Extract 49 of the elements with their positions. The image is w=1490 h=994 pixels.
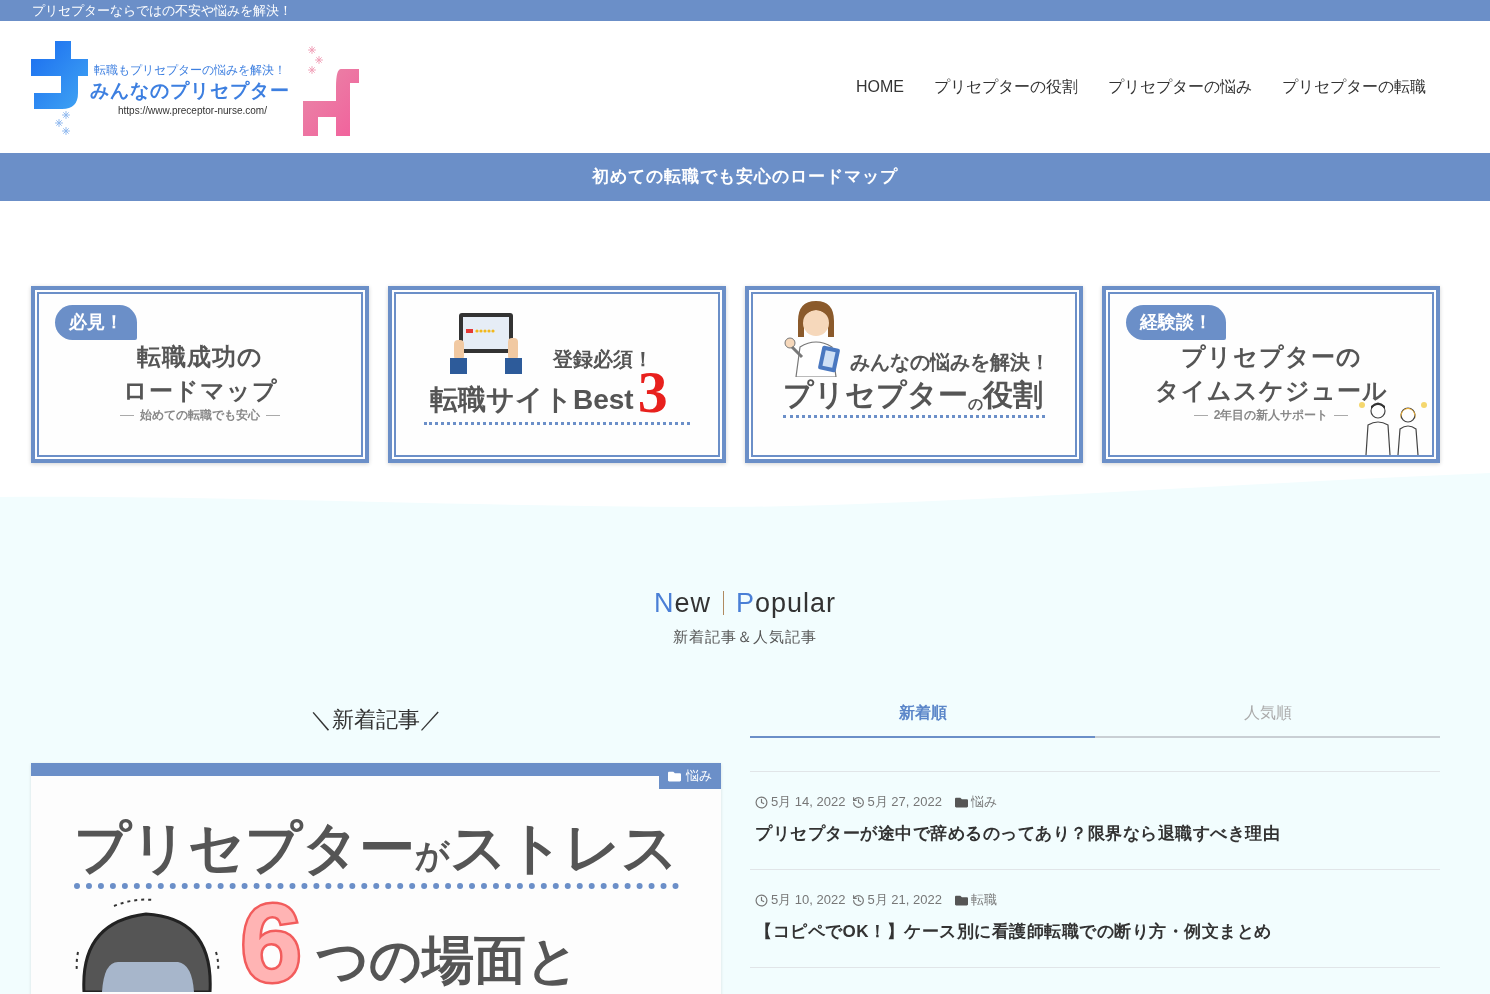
published-date: 5月 14, 2022 <box>771 794 846 810</box>
nav-link[interactable]: プリセプターの悩み <box>1108 76 1252 98</box>
logo-url: https://www.preceptor-nurse.com/ <box>118 104 267 117</box>
logo-tagline: 転職もプリセプターの悩みを解決！ <box>94 62 286 77</box>
speech-bubble: 必見！ <box>55 305 137 340</box>
logo-name: みんなのプリセプター <box>90 78 290 103</box>
card-heading: ロードマップ <box>122 376 278 406</box>
section-title: New <box>653 587 711 619</box>
banner-card[interactable]: 経験談！ プリセプターの タイムスケジュール 2年目の新人サポート <box>1102 286 1440 463</box>
card-heading: 転職サイトBest <box>430 383 634 417</box>
image-number: 6 <box>240 894 302 992</box>
banner-card[interactable]: みんなの悩みを解決！ プリセプター$_{の}$役割 <box>745 286 1083 463</box>
card-heading: 転職成功の <box>137 342 263 372</box>
nav-link[interactable]: プリセプターの転職 <box>1282 76 1426 98</box>
category-link[interactable]: 悩み <box>970 794 997 810</box>
folder-icon <box>954 795 968 809</box>
clock-icon <box>755 795 768 809</box>
logo-mark-icon <box>31 40 88 109</box>
two-people-icon <box>1358 399 1428 455</box>
updated-date: 5月 27, 2022 <box>867 794 942 810</box>
section-subtitle: 新着記事＆人気記事 <box>673 627 817 647</box>
card-kicker: みんなの悩みを解決！ <box>850 350 1050 375</box>
speech-bubble: 経験談！ <box>1126 305 1226 340</box>
category-link[interactable]: 転職 <box>970 892 997 908</box>
folder-icon <box>954 893 968 907</box>
banner-card[interactable]: 必見！ 転職成功の ロードマップ 始めての転職でも安心 <box>31 286 369 463</box>
folder-icon <box>668 769 681 783</box>
clock-arrow-icon <box>852 795 866 809</box>
image-subtitle: つの場面と <box>315 932 579 988</box>
card-heading: プリセプターの <box>1180 342 1362 372</box>
post-title[interactable]: プリセプターが途中で辞めるのってあり？限界なら退職すべき理由 <box>755 822 1440 846</box>
nav-link[interactable]: HOME <box>856 76 904 98</box>
sort-tab[interactable]: 新着順 <box>750 690 1095 738</box>
logo-mark-icon <box>303 68 359 136</box>
card-heading: タイムスケジュール <box>1154 376 1388 406</box>
nav-link[interactable]: プリセプターの役割 <box>934 76 1078 98</box>
banner-card[interactable]: 登録必須！ 転職サイトBest 3 <box>388 286 726 463</box>
column-heading: ＼新着記事／ <box>310 706 442 734</box>
published-date: 5月 10, 2022 <box>771 892 846 908</box>
section-title: Popular <box>735 587 837 619</box>
updated-date: 5月 21, 2022 <box>867 892 942 908</box>
tablet-hands-icon <box>449 312 523 374</box>
top-bar-text: プリセプターならではの不安や悩みを解決！ <box>32 2 292 19</box>
caption-text: 始めての転職でも安心 <box>140 408 260 423</box>
caption-text: 2年目の新人サポート <box>1213 408 1329 423</box>
clock-icon <box>755 893 768 907</box>
post-title[interactable]: 【コピペでOK！】ケース別に看護師転職での断り方・例文まとめ <box>755 920 1440 944</box>
clock-arrow-icon <box>852 893 866 907</box>
card-heading: プリセプター$_{の}$役割 <box>783 377 1044 413</box>
